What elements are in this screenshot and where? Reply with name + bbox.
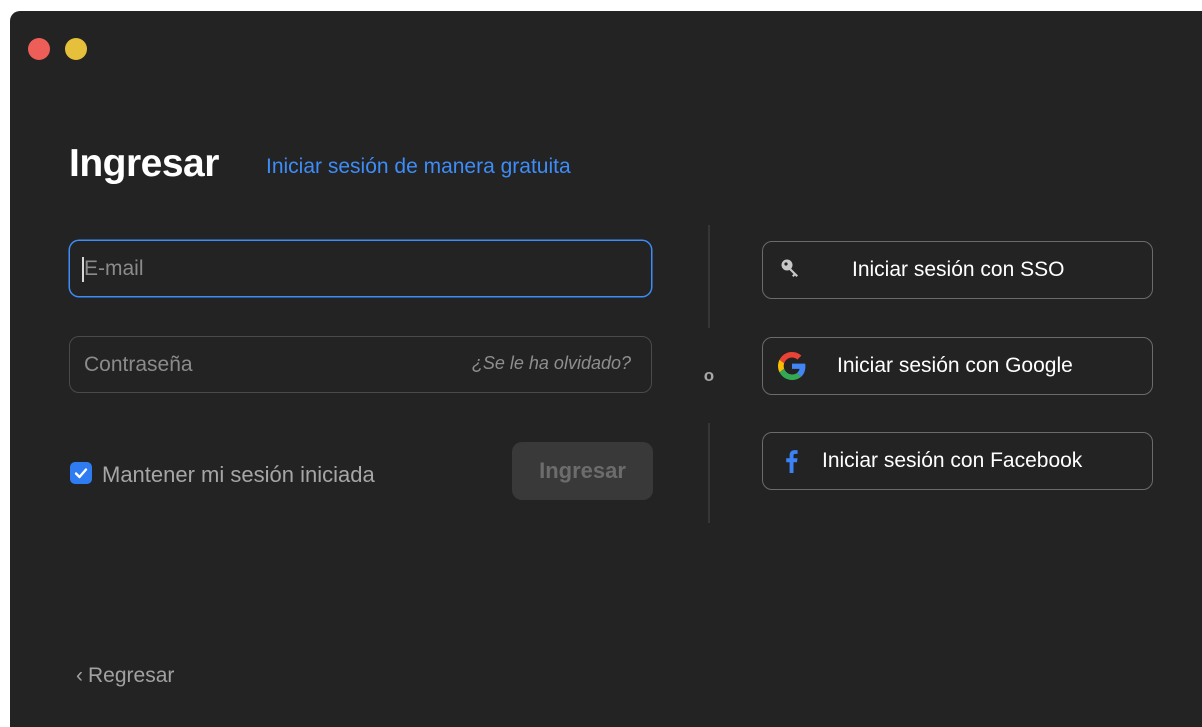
- divider-line-bottom: [708, 423, 710, 523]
- back-link[interactable]: ‹ Regresar: [76, 664, 174, 688]
- chevron-left-icon: ‹: [76, 664, 83, 687]
- facebook-login-label: Iniciar sesión con Facebook: [822, 449, 1083, 472]
- password-input[interactable]: [84, 337, 414, 392]
- page-title: Ingresar: [69, 142, 219, 185]
- remember-me-label[interactable]: Mantener mi sesión iniciada: [102, 462, 375, 488]
- divider-label: o: [703, 366, 715, 385]
- back-link-label: Regresar: [88, 664, 175, 687]
- key-icon: [781, 259, 798, 277]
- forgot-password-link[interactable]: ¿Se le ha olvidado?: [472, 353, 631, 374]
- facebook-icon: [786, 450, 798, 473]
- remember-me-checkbox[interactable]: [70, 462, 92, 484]
- login-button[interactable]: Ingresar: [512, 442, 653, 500]
- sso-login-label: Iniciar sesión con SSO: [852, 258, 1065, 281]
- google-icon: [778, 352, 806, 380]
- window-close-button[interactable]: [28, 38, 50, 60]
- checkmark-icon: [74, 468, 88, 479]
- google-login-button[interactable]: Iniciar sesión con Google: [762, 337, 1153, 395]
- sso-login-button[interactable]: Iniciar sesión con SSO: [762, 241, 1153, 299]
- password-field[interactable]: ¿Se le ha olvidado?: [69, 336, 652, 393]
- email-field[interactable]: [69, 240, 652, 297]
- divider-line-top: [708, 225, 710, 328]
- signup-link[interactable]: Iniciar sesión de manera gratuita: [266, 155, 571, 179]
- email-input[interactable]: [84, 241, 414, 296]
- google-login-label: Iniciar sesión con Google: [837, 354, 1073, 377]
- window-minimize-button[interactable]: [65, 38, 87, 60]
- login-window: Ingresar Iniciar sesión de manera gratui…: [10, 11, 1202, 727]
- facebook-login-button[interactable]: Iniciar sesión con Facebook: [762, 432, 1153, 490]
